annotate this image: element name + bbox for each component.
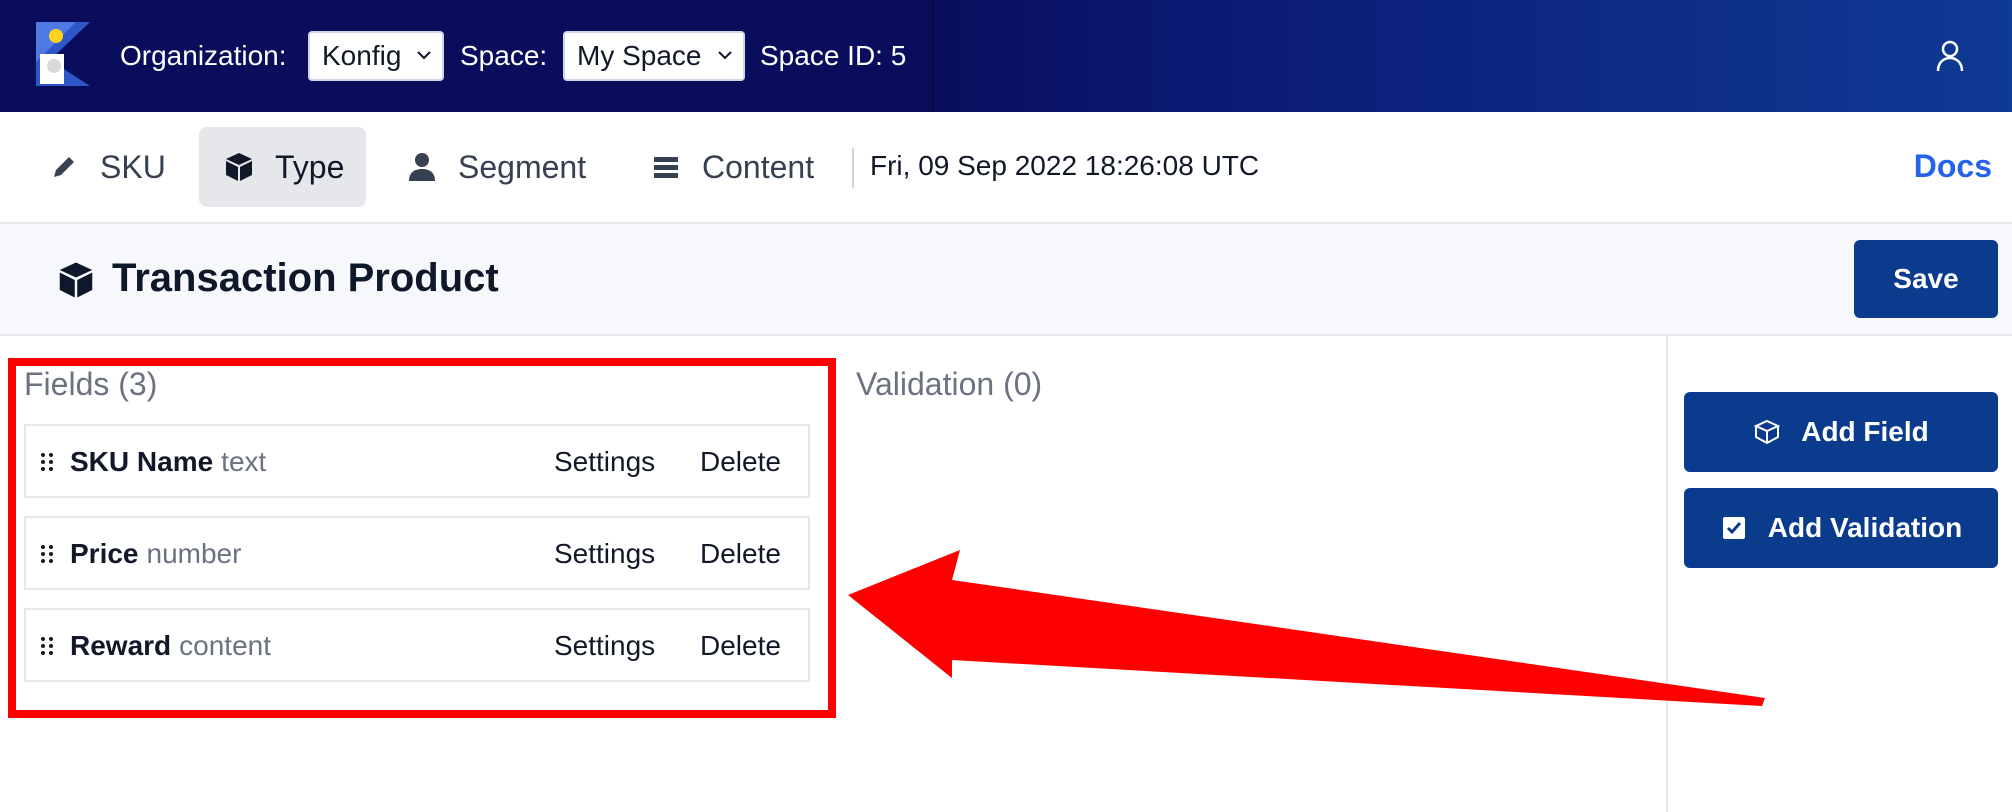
pencil-icon xyxy=(54,157,74,177)
validation-title: Validation (0) xyxy=(856,366,1043,402)
add-field-label: Add Field xyxy=(1801,416,1929,447)
user-icon[interactable] xyxy=(1936,40,1964,72)
add-field-button[interactable]: Add Field xyxy=(1684,392,1998,472)
tab-sku-label: SKU xyxy=(100,148,166,185)
tab-type-label: Type xyxy=(275,148,345,185)
tab-content[interactable]: Content xyxy=(632,127,832,207)
organization-label: Organization: xyxy=(120,40,287,71)
save-button[interactable]: Save xyxy=(1854,240,1998,318)
page-header: Transaction Product Save xyxy=(0,224,2012,336)
organization-value: Konfig xyxy=(322,40,402,71)
tab-content-label: Content xyxy=(702,148,815,185)
topbar-divider xyxy=(932,0,934,112)
cube-icon xyxy=(59,262,93,298)
top-bar: Organization: Konfig Space: My Space Spa… xyxy=(0,0,2012,112)
annotation-highlight-box xyxy=(8,358,836,718)
organization-select[interactable]: Konfig xyxy=(308,31,444,81)
annotation-arrow xyxy=(848,550,1765,706)
space-label: Space: xyxy=(460,40,548,71)
cube-outline-icon xyxy=(1753,419,1781,445)
person-icon xyxy=(409,153,435,181)
add-validation-label: Add Validation xyxy=(1767,512,1963,543)
chevron-down-icon xyxy=(417,51,431,60)
list-icon xyxy=(654,157,678,178)
konfig-logo[interactable] xyxy=(36,22,90,86)
checkbox-icon xyxy=(1722,517,1745,539)
tab-sku[interactable]: SKU xyxy=(28,127,178,207)
tab-segment[interactable]: Segment xyxy=(386,127,596,207)
nav-separator xyxy=(852,148,854,188)
timestamp: Fri, 09 Sep 2022 18:26:08 UTC xyxy=(870,150,1260,181)
space-id-label: Space ID: 5 xyxy=(760,40,907,71)
cube-icon xyxy=(226,153,252,181)
main-nav: SKU Type Segment Content Fri, 09 Sep 202… xyxy=(0,112,2012,224)
docs-link[interactable]: Docs xyxy=(1914,148,1992,185)
space-select[interactable]: My Space xyxy=(563,31,745,81)
tab-segment-label: Segment xyxy=(458,148,587,185)
tab-type[interactable]: Type xyxy=(199,127,366,207)
chevron-down-icon xyxy=(718,51,732,60)
space-value: My Space xyxy=(577,40,702,71)
page-title: Transaction Product xyxy=(112,256,499,300)
